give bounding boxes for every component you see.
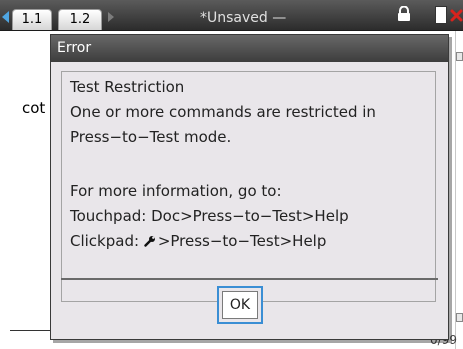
message-line: One or more commands are restricted in	[70, 103, 376, 121]
message-line: For more information, go to:	[70, 182, 282, 200]
ok-button-focus-ring: OK	[217, 286, 263, 324]
clickpad-label: Clickpad:	[70, 232, 140, 250]
wrench-icon	[144, 236, 155, 247]
message-line: Press−to−Test mode.	[70, 128, 232, 146]
top-bar: 1.1 1.2 *Unsaved —	[0, 0, 463, 31]
message-box: Test Restriction One or more commands ar…	[61, 71, 436, 302]
message-line: Touchpad: Doc>Press−to−Test>Help	[70, 207, 349, 225]
previous-page-arrow-icon[interactable]	[2, 11, 9, 23]
message-heading: Test Restriction	[70, 78, 185, 96]
message-line-clickpad: Clickpad: >Press−to−Test>Help	[70, 232, 326, 250]
scrollbar[interactable]	[455, 31, 463, 349]
battery-icon	[435, 6, 447, 24]
dialog-titlebar: Error	[51, 35, 448, 62]
dialog-separator	[61, 278, 438, 280]
ok-button[interactable]: OK	[222, 291, 258, 319]
lock-icon	[398, 6, 410, 21]
next-page-arrow-icon[interactable]	[108, 12, 114, 22]
clickpad-path: >Press−to−Test>Help	[157, 232, 327, 250]
scroll-down-icon[interactable]	[456, 313, 463, 322]
calculator-entry-line[interactable]: cot	[22, 99, 45, 117]
tab-page-1-1[interactable]: 1.1	[12, 9, 52, 30]
close-icon[interactable]	[450, 9, 463, 22]
tab-page-1-2[interactable]: 1.2	[58, 9, 102, 30]
dialog-title: Error	[57, 40, 92, 56]
error-dialog: Error Test Restriction One or more comma…	[50, 34, 449, 340]
document-title: *Unsaved —	[200, 10, 287, 26]
scroll-up-icon[interactable]	[456, 52, 463, 61]
